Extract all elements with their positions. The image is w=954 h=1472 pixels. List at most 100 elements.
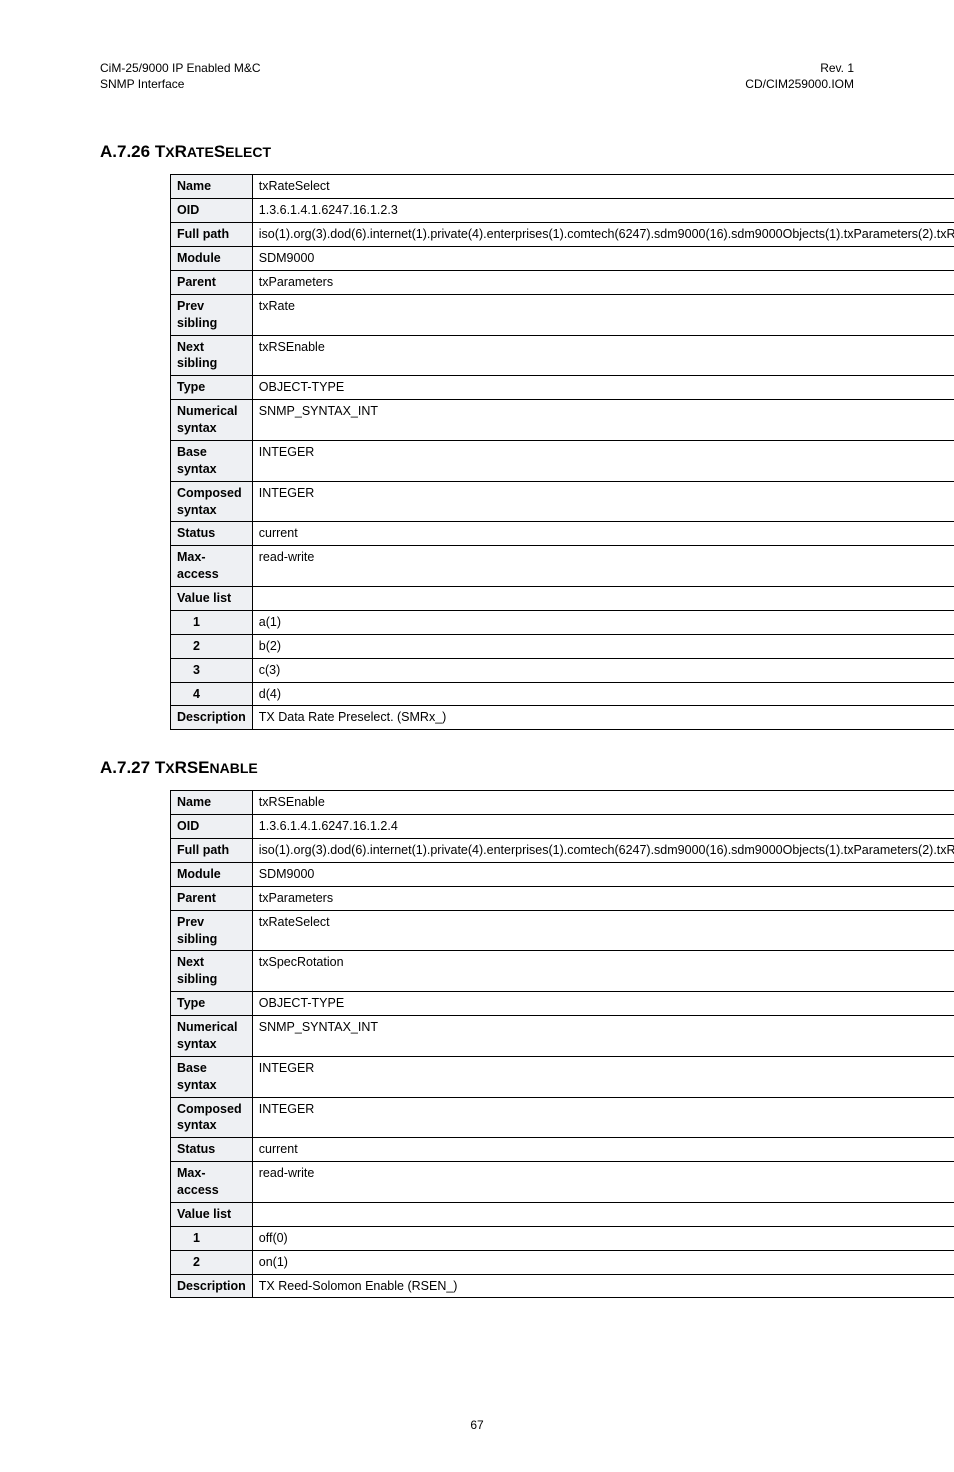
header-left-line2: SNMP Interface <box>100 77 184 91</box>
table-row: Full pathiso(1).org(3).dod(6).internet(1… <box>171 839 954 863</box>
table-value-cell: SNMP_SYNTAX_INT <box>252 1016 954 1057</box>
table-key-cell: Numerical syntax <box>171 1016 253 1057</box>
table-row: ParenttxParameters <box>171 886 954 910</box>
table-row: Composed syntaxINTEGER <box>171 481 954 522</box>
table-value-cell: txRSEnable <box>252 335 954 376</box>
section-heading-txrsenable: A.7.27 TXRSENABLE <box>100 758 854 778</box>
table-row: DescriptionTX Data Rate Preselect. (SMRx… <box>171 706 954 730</box>
header-right: Rev. 1 CD/CIM259000.IOM <box>745 60 854 92</box>
header-right-line2: CD/CIM259000.IOM <box>745 77 854 91</box>
table-key-cell: Next sibling <box>171 951 253 992</box>
heading-cap: T <box>155 142 165 161</box>
table-value-cell: iso(1).org(3).dod(6).internet(1).private… <box>252 223 954 247</box>
table-key-cell: Next sibling <box>171 335 253 376</box>
table-key-cell: Value list <box>171 1202 253 1226</box>
table-key-cell: Status <box>171 522 253 546</box>
table-key-cell: Name <box>171 175 253 199</box>
table-row: Numerical syntaxSNMP_SYNTAX_INT <box>171 1016 954 1057</box>
table-key-cell: Composed syntax <box>171 481 253 522</box>
table-row: Composed syntaxINTEGER <box>171 1097 954 1138</box>
table-key-cell: Composed syntax <box>171 1097 253 1138</box>
table-key-cell: Name <box>171 791 253 815</box>
heading-small: ATE <box>187 144 214 160</box>
table-value-cell <box>252 1202 954 1226</box>
table-row: ModuleSDM9000 <box>171 247 954 271</box>
table-row: 3c(3) <box>171 658 954 682</box>
mib-table-txrateselect: NametxRateSelectOID1.3.6.1.4.1.6247.16.1… <box>170 174 954 730</box>
table-row: Base syntaxINTEGER <box>171 1056 954 1097</box>
table-key-cell: Description <box>171 1274 253 1298</box>
heading-cap: R <box>175 142 187 161</box>
table-key-cell: Prev sibling <box>171 294 253 335</box>
table-key-cell: Type <box>171 992 253 1016</box>
table-row: Full pathiso(1).org(3).dod(6).internet(1… <box>171 223 954 247</box>
table-row: Base syntaxINTEGER <box>171 440 954 481</box>
table-value-cell: b(2) <box>252 634 954 658</box>
table-row: OID1.3.6.1.4.1.6247.16.1.2.3 <box>171 199 954 223</box>
table-value-cell: d(4) <box>252 682 954 706</box>
table-value-cell: INTEGER <box>252 481 954 522</box>
table-key-cell: 3 <box>171 658 253 682</box>
table-row: NametxRateSelect <box>171 175 954 199</box>
table-row: Statuscurrent <box>171 522 954 546</box>
table-key-cell: Base syntax <box>171 1056 253 1097</box>
table-row: Statuscurrent <box>171 1138 954 1162</box>
table-key-cell: OID <box>171 199 253 223</box>
table-key-cell: 2 <box>171 1250 253 1274</box>
mib-table-txrsenable: NametxRSEnableOID1.3.6.1.4.1.6247.16.1.2… <box>170 790 954 1298</box>
table-row: 4d(4) <box>171 682 954 706</box>
table-key-cell: Value list <box>171 587 253 611</box>
table-row: ParenttxParameters <box>171 270 954 294</box>
page: CiM-25/9000 IP Enabled M&C SNMP Interfac… <box>0 0 954 1472</box>
table-key-cell: OID <box>171 815 253 839</box>
header-left: CiM-25/9000 IP Enabled M&C SNMP Interfac… <box>100 60 261 92</box>
table-value-cell: SNMP_SYNTAX_INT <box>252 400 954 441</box>
table-value-cell: off(0) <box>252 1226 954 1250</box>
table-row: Next siblingtxSpecRotation <box>171 951 954 992</box>
table-value-cell: OBJECT-TYPE <box>252 992 954 1016</box>
table-key-cell: Base syntax <box>171 440 253 481</box>
table-row: OID1.3.6.1.4.1.6247.16.1.2.4 <box>171 815 954 839</box>
table-value-cell: INTEGER <box>252 1097 954 1138</box>
table-row: Value list <box>171 587 954 611</box>
section-heading-txrateselect: A.7.26 TXRATESELECT <box>100 142 854 162</box>
table-value-cell: on(1) <box>252 1250 954 1274</box>
header-left-line1: CiM-25/9000 IP Enabled M&C <box>100 61 261 75</box>
table-key-cell: Max-access <box>171 546 253 587</box>
table-key-cell: Full path <box>171 839 253 863</box>
table-key-cell: Parent <box>171 886 253 910</box>
table-row: Max-accessread-write <box>171 546 954 587</box>
heading-small: X <box>165 760 174 776</box>
table-value-cell: txRateSelect <box>252 175 954 199</box>
table-key-cell: Status <box>171 1138 253 1162</box>
table-key-cell: Max-access <box>171 1162 253 1203</box>
heading-small: ELECT <box>225 144 271 160</box>
table-row: Next siblingtxRSEnable <box>171 335 954 376</box>
table-value-cell: 1.3.6.1.4.1.6247.16.1.2.4 <box>252 815 954 839</box>
table-row: NametxRSEnable <box>171 791 954 815</box>
table-key-cell: Parent <box>171 270 253 294</box>
table-key-cell: Module <box>171 862 253 886</box>
page-number: 67 <box>100 1418 854 1432</box>
page-header: CiM-25/9000 IP Enabled M&C SNMP Interfac… <box>100 60 854 92</box>
table-key-cell: Description <box>171 706 253 730</box>
table-value-cell: read-write <box>252 546 954 587</box>
table-value-cell: current <box>252 1138 954 1162</box>
heading-cap: T <box>155 758 165 777</box>
heading-cap: RSE <box>175 758 210 777</box>
table-key-cell: 1 <box>171 1226 253 1250</box>
table-key-cell: Module <box>171 247 253 271</box>
section-number: A.7.26 <box>100 142 150 161</box>
table-key-cell: 2 <box>171 634 253 658</box>
table-value-cell <box>252 587 954 611</box>
table-value-cell: read-write <box>252 1162 954 1203</box>
table-row: 1a(1) <box>171 610 954 634</box>
table-key-cell: Prev sibling <box>171 910 253 951</box>
table-row: DescriptionTX Reed-Solomon Enable (RSEN_… <box>171 1274 954 1298</box>
table-row: TypeOBJECT-TYPE <box>171 992 954 1016</box>
table-row: ModuleSDM9000 <box>171 862 954 886</box>
table-value-cell: txRateSelect <box>252 910 954 951</box>
table-row: 2on(1) <box>171 1250 954 1274</box>
heading-cap: S <box>214 142 225 161</box>
table-value-cell: c(3) <box>252 658 954 682</box>
